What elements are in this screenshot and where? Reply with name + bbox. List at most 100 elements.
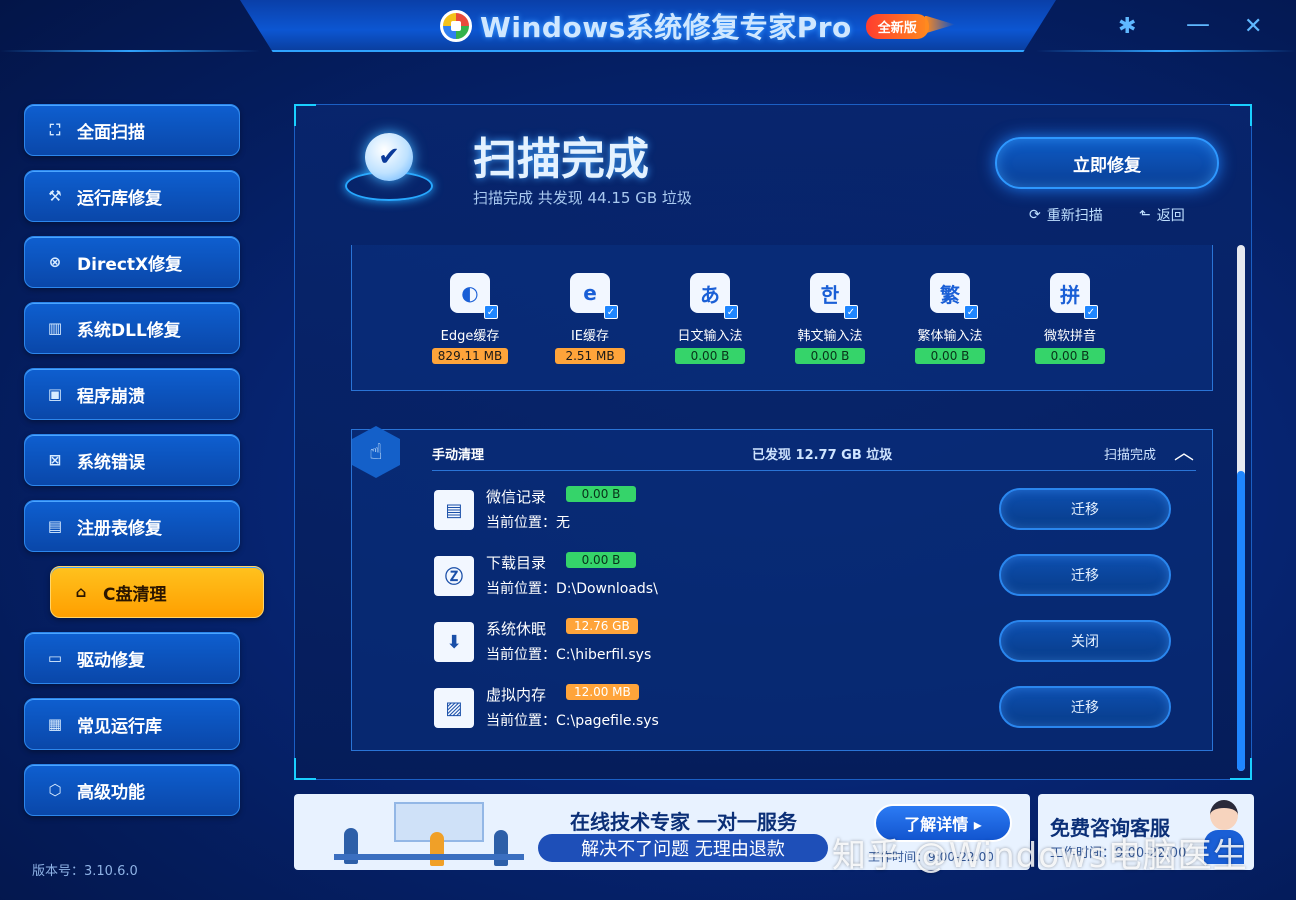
library-icon: ▦ (47, 715, 63, 733)
manual-row-hibernate: ⬇ 系统休眠 12.76 GB 当前位置：C:\hiberfil.sys 关闭 (432, 618, 1172, 668)
cache-item-name: 微软拼音 (1043, 329, 1096, 344)
edge-icon: ◐ ✓ (450, 273, 498, 319)
corner-decor (294, 758, 316, 780)
checkbox-checked-icon[interactable]: ✓ (724, 305, 738, 319)
minimize-icon[interactable]: — (1186, 10, 1210, 38)
wechat-record-icon: ▤ (434, 490, 474, 530)
cache-item-ms-pinyin[interactable]: 拼 ✓ 微软拼音 0.00 B (1020, 273, 1120, 364)
ie-icon: e ✓ (570, 273, 618, 319)
sidebar-item-advanced[interactable]: ⬡ 高级功能 (24, 764, 240, 816)
sidebar-item-full-scan[interactable]: ⛶ 全面扫描 (24, 104, 240, 156)
checkbox-checked-icon[interactable]: ✓ (1084, 305, 1098, 319)
cache-item-size: 0.00 B (675, 348, 745, 364)
scan-icon: ⛶ (49, 121, 61, 139)
sidebar-item-label: 高级功能 (77, 782, 145, 803)
back-arrow-icon: ⬑ (1139, 207, 1151, 223)
sidebar-item-dll-repair[interactable]: ▥ 系统DLL修复 (24, 302, 240, 354)
page-title: 扫描完成 (473, 134, 649, 185)
results-scroll-area: ◐ ✓ Edge缓存 829.11 MB e ✓ IE缓存 2.51 MB あ ✓ 日… (351, 245, 1213, 751)
version-label: 版本号：3.10.6.0 (32, 864, 138, 879)
fix-now-button[interactable]: 立即修复 (995, 137, 1219, 189)
japanese-glyph: あ (700, 282, 720, 307)
cache-item-traditional-ime[interactable]: 繁 ✓ 繁体输入法 0.00 B (900, 273, 1000, 364)
migrate-button[interactable]: 迁移 (999, 686, 1171, 728)
avatar-head (1210, 800, 1238, 830)
sidebar-item-system-error[interactable]: ⊠ 系统错误 (24, 434, 240, 486)
checkbox-checked-icon[interactable]: ✓ (844, 305, 858, 319)
scan-complete-emblem: ✔ (337, 123, 441, 209)
found-summary: 已发现 12.77 GB 垃圾 (752, 448, 893, 463)
item-size: 0.00 B (566, 552, 636, 568)
cache-item-korean-ime[interactable]: 한 ✓ 韩文输入法 0.00 B (780, 273, 880, 364)
item-size: 0.00 B (566, 486, 636, 502)
cache-item-name: 日文输入法 (677, 329, 743, 344)
cache-item-edge[interactable]: ◐ ✓ Edge缓存 829.11 MB (420, 273, 520, 364)
cache-item-size: 0.00 B (915, 348, 985, 364)
team-meeting-illustration (334, 798, 534, 870)
driver-icon: ▭ (47, 649, 63, 667)
collapse-chevron-icon[interactable]: ︿ (1174, 436, 1194, 465)
rescan-link[interactable]: ⟳ 重新扫描 (1029, 205, 1103, 225)
pinyin-ime-icon: 拼 ✓ (1050, 273, 1098, 319)
monitor-icon: ▣ (47, 385, 63, 403)
sidebar-item-label: DirectX修复 (77, 254, 183, 275)
close-icon[interactable]: ✕ (1244, 14, 1262, 39)
sidebar-item-runtime-repair[interactable]: ⚒ 运行库修复 (24, 170, 240, 222)
sidebar-item-c-drive-cleanup[interactable]: ⌂ C盘清理 (50, 566, 264, 618)
location-label: 当前位置： (486, 647, 556, 663)
location-value: D:\Downloads\ (556, 581, 658, 597)
disable-button[interactable]: 关闭 (999, 620, 1171, 662)
korean-glyph: 한 (820, 282, 840, 307)
sidebar-item-label: 注册表修复 (77, 518, 162, 539)
section-divider (432, 470, 1196, 471)
manual-row-virtual-memory: ▨ 虚拟内存 12.00 MB 当前位置：C:\pagefile.sys 迁移 (432, 684, 1172, 734)
item-location: 当前位置：无 (486, 512, 570, 532)
main-panel: ✔ 扫描完成 扫描完成 共发现 44.15 GB 垃圾 立即修复 ⟳ 重新扫描 … (294, 104, 1252, 780)
sidebar-item-common-runtime[interactable]: ▦ 常见运行库 (24, 698, 240, 750)
cache-item-name: Edge缓存 (440, 329, 500, 344)
checkbox-checked-icon[interactable]: ✓ (604, 305, 618, 319)
back-link[interactable]: ⬑ 返回 (1139, 205, 1185, 225)
corner-decor (294, 104, 316, 126)
app-title: Windows系统修复专家Pro (480, 11, 852, 44)
item-location: 当前位置：C:\pagefile.sys (486, 710, 659, 730)
directx-icon: ⊗ (48, 253, 62, 271)
dll-icon: ▥ (47, 319, 63, 337)
sidebar-item-label: 系统DLL修复 (77, 320, 181, 341)
location-label: 当前位置： (486, 581, 556, 597)
item-name: 微信记录 (486, 488, 547, 506)
item-location: 当前位置：D:\Downloads\ (486, 578, 658, 598)
manual-cleanup-hand-icon: ☝ (352, 426, 400, 478)
cache-item-size: 0.00 B (795, 348, 865, 364)
cache-section: ◐ ✓ Edge缓存 829.11 MB e ✓ IE缓存 2.51 MB あ ✓ 日… (351, 245, 1213, 391)
sidebar-item-directx-repair[interactable]: ⊗ DirectX修复 (24, 236, 240, 288)
refresh-icon: ⟳ (1029, 207, 1041, 223)
migrate-button[interactable]: 迁移 (999, 488, 1171, 530)
cache-item-size: 829.11 MB (431, 348, 509, 364)
item-name: 系统休眠 (486, 620, 547, 638)
cache-item-name: IE缓存 (570, 329, 610, 344)
settings-gear-icon[interactable]: ✱ (1118, 14, 1136, 39)
checkbox-checked-icon[interactable]: ✓ (484, 305, 498, 319)
rescan-label: 重新扫描 (1046, 208, 1103, 224)
location-value: 无 (556, 515, 570, 531)
cache-item-ie[interactable]: e ✓ IE缓存 2.51 MB (540, 273, 640, 364)
sidebar-item-driver-repair[interactable]: ▭ 驱动修复 (24, 632, 240, 684)
scan-summary: 扫描完成 共发现 44.15 GB 垃圾 (473, 189, 692, 207)
traditional-glyph: 繁 (940, 282, 960, 307)
sidebar-item-registry-repair[interactable]: ▤ 注册表修复 (24, 500, 240, 552)
section-heading: 手动清理 (432, 448, 485, 463)
sidebar-item-app-crash[interactable]: ▣ 程序崩溃 (24, 368, 240, 420)
location-label: 当前位置： (486, 515, 556, 531)
wrench-icon: ⚒ (48, 187, 62, 205)
desk (334, 854, 524, 860)
ie-glyph: e (583, 281, 597, 305)
migrate-button[interactable]: 迁移 (999, 554, 1171, 596)
item-location: 当前位置：C:\hiberfil.sys (486, 644, 651, 664)
scrollbar-thumb[interactable] (1237, 471, 1245, 771)
sidebar-item-label: 全面扫描 (77, 122, 145, 143)
checkbox-checked-icon[interactable]: ✓ (964, 305, 978, 319)
item-size: 12.00 MB (566, 684, 639, 700)
cache-item-japanese-ime[interactable]: あ ✓ 日文输入法 0.00 B (660, 273, 760, 364)
check-icon: ✔ (365, 133, 413, 181)
